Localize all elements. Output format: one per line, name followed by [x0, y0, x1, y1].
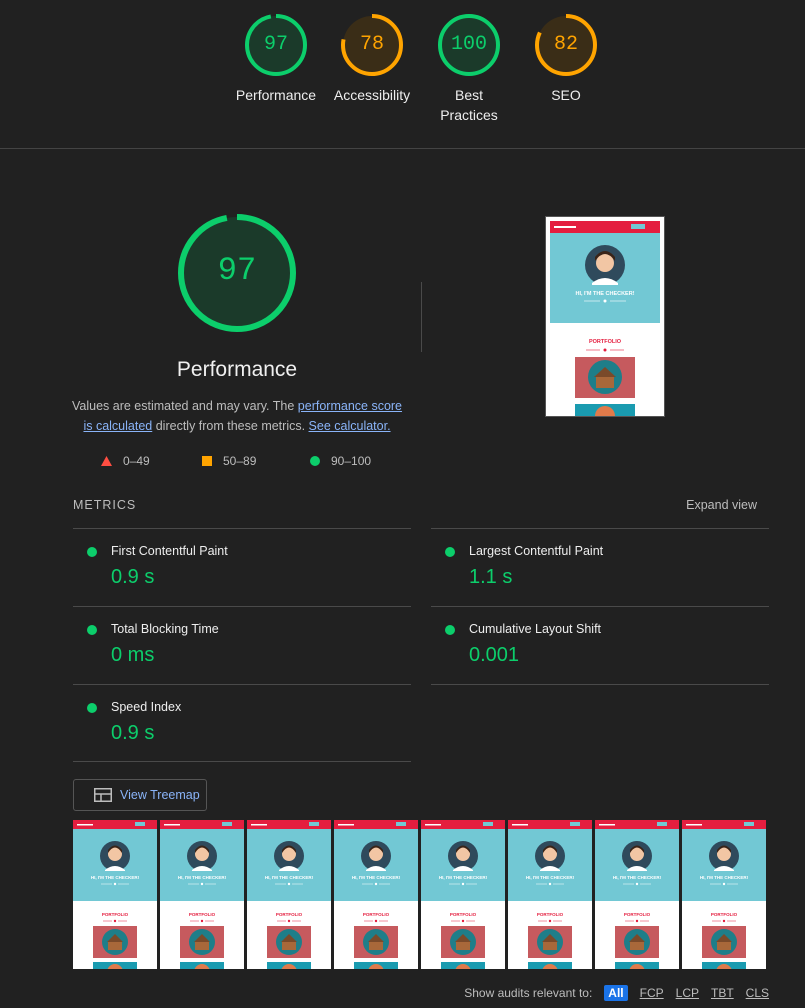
gauge-label: SEO: [551, 87, 581, 103]
filter-all[interactable]: All: [604, 985, 628, 1001]
square-icon: [202, 456, 212, 466]
svg-text:PORTFOLIO: PORTFOLIO: [537, 912, 564, 917]
gauge-score: 82: [553, 33, 578, 56]
gauge-label: Best Practices: [440, 87, 498, 123]
page-preview: HI, I'M THE CHECKER! PORTFOLIO: [550, 221, 660, 416]
metrics-heading: METRICS: [73, 498, 137, 512]
desc-text: Values are estimated and may vary. The: [71, 399, 298, 413]
legend-label: 0–49: [123, 454, 150, 468]
svg-text:HI, I'M THE CHECKER!: HI, I'M THE CHECKER!: [265, 875, 314, 880]
gauge-score: 78: [359, 33, 384, 56]
svg-text:PORTFOLIO: PORTFOLIO: [102, 912, 129, 917]
view-treemap-button[interactable]: View Treemap: [73, 779, 207, 811]
svg-text:HI, I'M THE CHECKER!: HI, I'M THE CHECKER!: [700, 875, 749, 880]
filter-lcp[interactable]: LCP: [676, 986, 699, 1000]
metric-value: 1.1 s: [469, 566, 513, 588]
gauge-accessibility[interactable]: 78 Accessibility: [322, 13, 422, 105]
legend-label: 90–100: [331, 454, 372, 468]
filter-prefix: Show audits relevant to:: [464, 986, 593, 1000]
divider: [421, 282, 422, 352]
legend-average: 50–89: [202, 453, 256, 469]
svg-text:PORTFOLIO: PORTFOLIO: [189, 912, 216, 917]
pass-dot-icon: [87, 547, 97, 557]
gauge-best-practices[interactable]: 100 Best Practices: [419, 13, 519, 125]
svg-text:PORTFOLIO: PORTFOLIO: [624, 912, 651, 917]
svg-text:HI, I'M THE CHECKER!: HI, I'M THE CHECKER!: [613, 875, 662, 880]
svg-text:HI, I'M THE CHECKER!: HI, I'M THE CHECKER!: [439, 875, 488, 880]
pass-dot-icon: [87, 625, 97, 635]
svg-text:PORTFOLIO: PORTFOLIO: [711, 912, 738, 917]
divider: [73, 761, 411, 762]
performance-title: Performance: [176, 358, 298, 381]
filmstrip: HI, I'M THE CHECKER! PORTFOLIO HI, I'M THE…: [73, 820, 768, 969]
filmstrip-frame: HI, I'M THE CHECKER! PORTFOLIO: [334, 820, 418, 969]
pass-dot-icon: [445, 547, 455, 557]
filmstrip-frame: HI, I'M THE CHECKER! PORTFOLIO: [421, 820, 505, 969]
expand-view-toggle[interactable]: Expand view: [686, 498, 757, 512]
pass-dot-icon: [445, 625, 455, 635]
svg-text:HI, I'M THE CHECKER!: HI, I'M THE CHECKER!: [526, 875, 575, 880]
gauge-label: Accessibility: [333, 87, 411, 103]
svg-text:PORTFOLIO: PORTFOLIO: [363, 912, 390, 917]
filmstrip-frame: HI, I'M THE CHECKER! PORTFOLIO: [247, 820, 331, 969]
gauge-label: Performance: [235, 87, 317, 103]
metric-name: Total Blocking Time: [111, 622, 219, 636]
metric-tbt: Total Blocking Time 0 ms: [73, 606, 411, 684]
legend-pass: 90–100: [310, 453, 371, 469]
metric-fcp: First Contentful Paint 0.9 s: [73, 528, 411, 606]
performance-description: Values are estimated and may vary. The p…: [70, 396, 404, 436]
metric-value: 0.001: [469, 644, 520, 666]
metric-value: 0.9 s: [111, 566, 155, 588]
filmstrip-frame: HI, I'M THE CHECKER! PORTFOLIO: [595, 820, 679, 969]
calculator-link[interactable]: See calculator.: [309, 419, 391, 433]
filter-fcp[interactable]: FCP: [640, 986, 664, 1000]
desc-text: directly from these metrics.: [152, 419, 309, 433]
metric-name: Cumulative Layout Shift: [469, 622, 602, 636]
svg-text:HI, I'M THE CHECKER!: HI, I'M THE CHECKER!: [91, 875, 140, 880]
svg-text:PORTFOLIO: PORTFOLIO: [450, 912, 477, 917]
circle-icon: [310, 456, 320, 466]
final-screenshot[interactable]: HI, I'M THE CHECKER! PORTFOLIO: [545, 216, 665, 417]
view-treemap-label: View Treemap: [120, 788, 200, 802]
metric-value: 0 ms: [111, 644, 155, 666]
performance-gauge: 97: [176, 212, 298, 334]
metric-name: Speed Index: [111, 700, 182, 714]
category-gauges: 97 Performance 78 Accessibility 100 Best…: [0, 0, 805, 149]
filmstrip-frame: HI, I'M THE CHECKER! PORTFOLIO: [682, 820, 766, 969]
metric-speed-index: Speed Index 0.9 s: [73, 684, 411, 762]
metric-cls: Cumulative Layout Shift 0.001: [431, 606, 769, 684]
metric-name: Largest Contentful Paint: [469, 544, 604, 558]
filmstrip-frame: HI, I'M THE CHECKER! PORTFOLIO: [73, 820, 157, 969]
svg-text:HI, I'M THE CHECKER!: HI, I'M THE CHECKER!: [352, 875, 401, 880]
filter-tbt[interactable]: TBT: [711, 986, 734, 1000]
gauge-score: 100: [450, 33, 487, 56]
divider: [431, 684, 769, 685]
metric-name: First Contentful Paint: [111, 544, 228, 558]
pass-dot-icon: [87, 703, 97, 713]
audit-filter: Show audits relevant to: All FCP LCP TBT…: [464, 985, 769, 1001]
filter-cls[interactable]: CLS: [746, 986, 769, 1000]
filmstrip-frame: HI, I'M THE CHECKER! PORTFOLIO: [508, 820, 592, 969]
preview-hero-text: HI, I'M THE CHECKER!: [575, 291, 634, 297]
svg-text:HI, I'M THE CHECKER!: HI, I'M THE CHECKER!: [178, 875, 227, 880]
filmstrip-frame: HI, I'M THE CHECKER! PORTFOLIO: [160, 820, 244, 969]
performance-score: 97: [217, 252, 257, 289]
gauge-score: 97: [263, 33, 288, 56]
gauge-seo[interactable]: 82 SEO: [516, 13, 616, 105]
legend-fail: 0–49: [101, 453, 150, 469]
gauge-performance[interactable]: 97 Performance: [226, 13, 326, 105]
triangle-icon: [101, 456, 112, 466]
legend-label: 50–89: [223, 454, 257, 468]
metric-value: 0.9 s: [111, 722, 155, 744]
preview-section-title: PORTFOLIO: [589, 339, 622, 345]
treemap-icon: [94, 788, 112, 802]
metric-lcp: Largest Contentful Paint 1.1 s: [431, 528, 769, 606]
svg-text:PORTFOLIO: PORTFOLIO: [276, 912, 303, 917]
